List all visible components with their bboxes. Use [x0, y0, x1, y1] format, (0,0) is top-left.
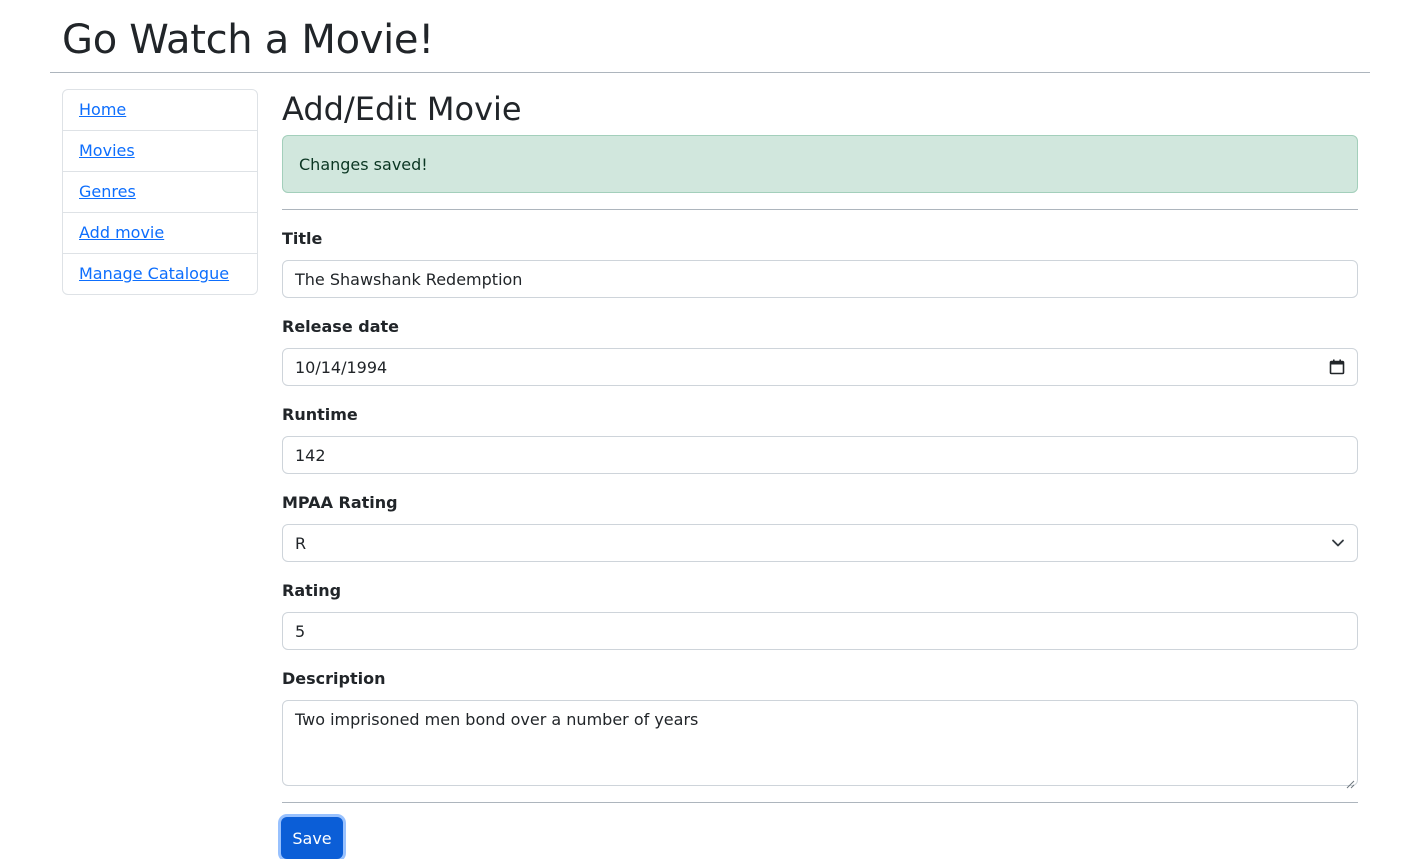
alert-message: Changes saved! [299, 154, 428, 174]
runtime-label: Runtime [282, 405, 358, 424]
sidebar-nav: Home Movies Genres Add movie Manage Cata… [62, 89, 258, 295]
runtime-field-group: Runtime 142 [282, 404, 1358, 474]
sidebar-item-manage-catalogue[interactable]: Manage Catalogue [63, 253, 257, 294]
description-field-group: Description Two imprisoned men bond over… [282, 668, 1358, 789]
page-title: Add/Edit Movie [282, 90, 522, 128]
sidebar-item-add-movie[interactable]: Add movie [63, 212, 257, 253]
rating-field-group: Rating 5 [282, 580, 1358, 650]
form-divider-top [282, 209, 1358, 210]
chevron-down-icon [1331, 536, 1345, 550]
save-button[interactable]: Save [281, 817, 343, 859]
header-divider [50, 72, 1370, 73]
title-input-value: The Shawshank Redemption [295, 269, 523, 289]
main-content: Add/Edit Movie Changes saved! Title The … [281, 88, 1358, 859]
rating-label: Rating [282, 581, 342, 600]
calendar-icon[interactable] [1329, 359, 1345, 375]
release-date-field-group: Release date 10/14/1994 [282, 316, 1358, 386]
title-label: Title [282, 229, 323, 248]
title-field-group: Title The Shawshank Redemption [282, 228, 1358, 298]
rating-input[interactable]: 5 [282, 612, 1358, 650]
sidebar-item-home[interactable]: Home [63, 90, 257, 130]
runtime-input[interactable]: 142 [282, 436, 1358, 474]
mpaa-rating-field-group: MPAA Rating R [282, 492, 1358, 562]
mpaa-rating-value: R [295, 533, 307, 553]
mpaa-rating-label: MPAA Rating [282, 493, 398, 512]
resize-handle-icon[interactable] [1345, 773, 1355, 789]
success-alert: Changes saved! [282, 135, 1358, 193]
release-date-input[interactable]: 10/14/1994 [282, 348, 1358, 386]
mpaa-rating-select[interactable]: R [282, 524, 1358, 562]
description-textarea[interactable]: Two imprisoned men bond over a number of… [282, 700, 1358, 789]
runtime-value: 142 [295, 445, 326, 465]
description-label: Description [282, 669, 386, 688]
sidebar-item-genres[interactable]: Genres [63, 171, 257, 212]
form-divider-bottom [282, 802, 1358, 803]
release-date-value: 10/14/1994 [295, 357, 388, 377]
app-title: Go Watch a Movie! [62, 17, 434, 63]
rating-value: 5 [295, 621, 306, 641]
release-date-label: Release date [282, 317, 399, 336]
title-input[interactable]: The Shawshank Redemption [282, 260, 1358, 298]
description-value: Two imprisoned men bond over a number of… [295, 710, 699, 729]
sidebar-item-movies[interactable]: Movies [63, 130, 257, 171]
